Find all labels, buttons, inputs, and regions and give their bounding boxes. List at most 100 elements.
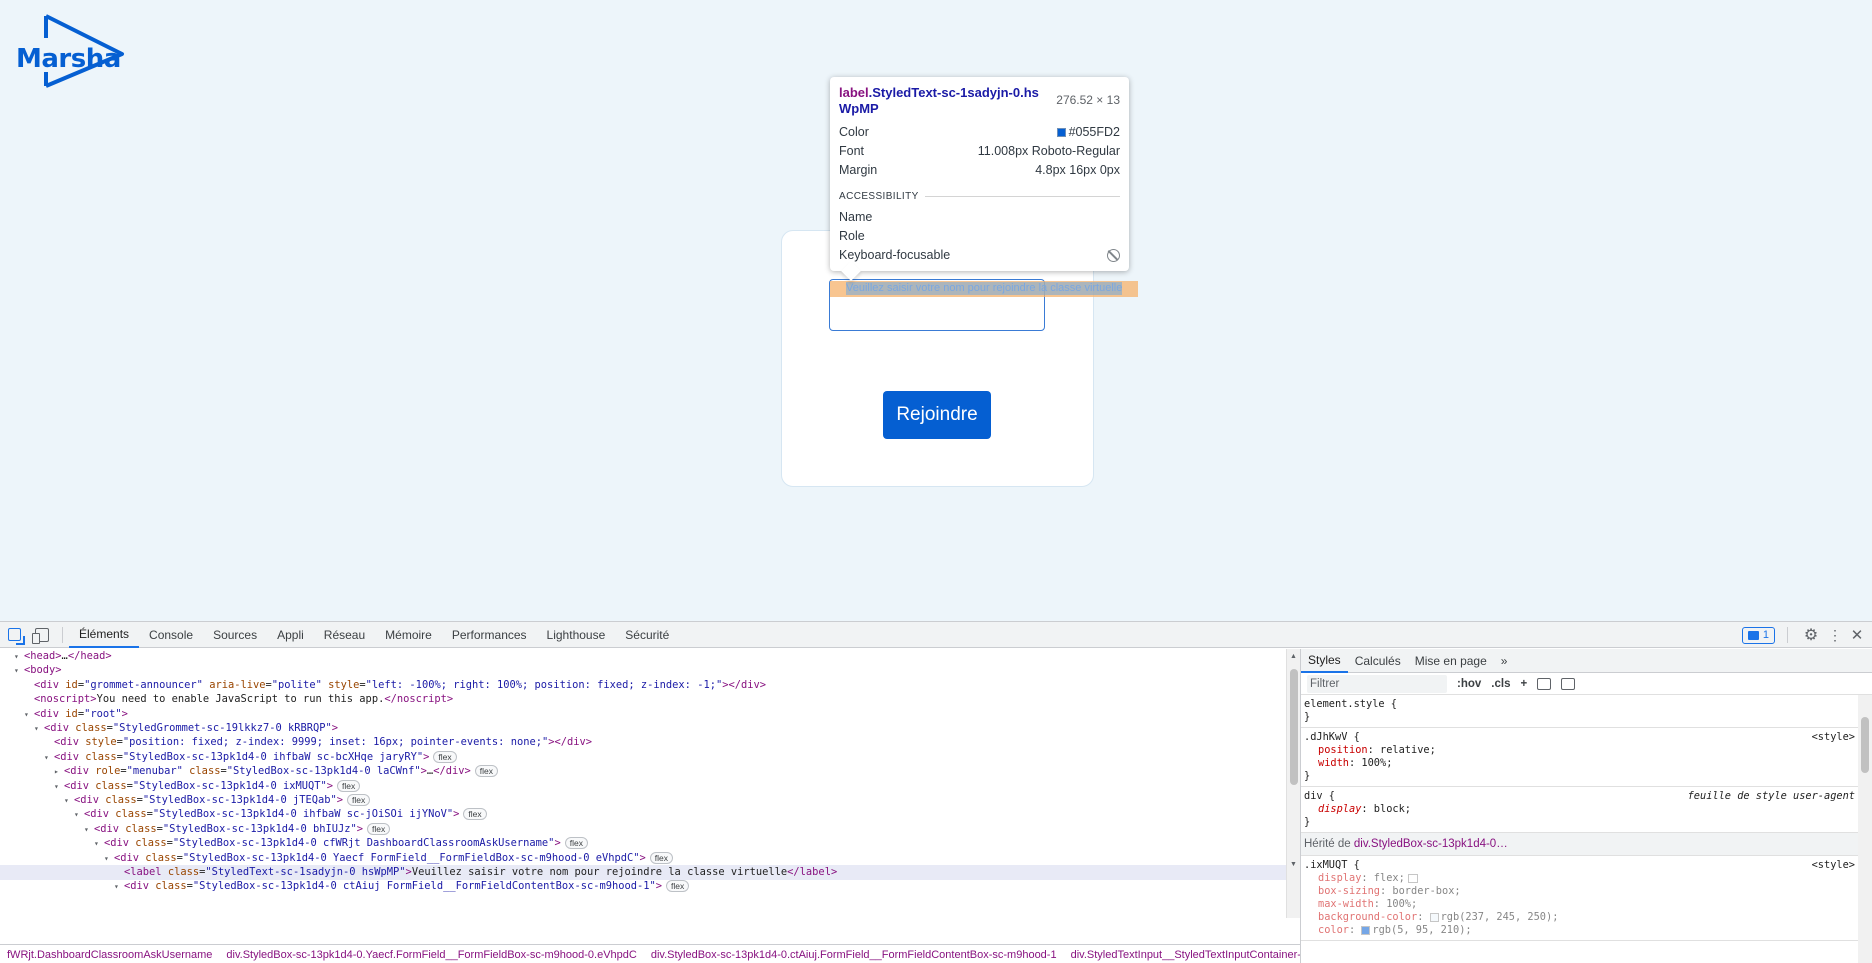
new-rule-icon[interactable]: + xyxy=(1520,678,1527,690)
dom-node[interactable]: ▾ <div class="StyledBox-sc-13pk1d4-0 ixMU… xyxy=(0,779,1286,794)
page-viewport: Marsha Veuillez saisir votre nom pour re… xyxy=(0,0,1872,621)
scroll-down-icon: ▼ xyxy=(1290,861,1297,868)
not-focusable-icon xyxy=(1107,248,1120,262)
close-devtools-icon[interactable]: ✕ xyxy=(1848,626,1866,644)
flex-badge: flex xyxy=(433,750,457,763)
dom-node[interactable]: ▾ <div class="StyledBox-sc-13pk1d4-0 bhIU… xyxy=(0,822,1286,837)
breadcrumb-item[interactable]: div.StyledBox-sc-13pk1d4-0.Yaecf.FormFie… xyxy=(219,949,643,961)
flex-badge: flex xyxy=(367,822,391,835)
tab-styles[interactable]: Styles xyxy=(1301,649,1348,673)
dom-node[interactable]: <label class="StyledText-sc-1sadyjn-0 hs… xyxy=(0,865,1286,880)
expand-triangle-icon: ▾ xyxy=(54,781,59,791)
expand-triangle-icon: ▾ xyxy=(114,882,119,892)
hov-button[interactable]: :hov xyxy=(1457,678,1481,690)
dom-node[interactable]: ▾ <body> xyxy=(0,663,1286,678)
dom-node[interactable]: <div id="grommet-announcer" aria-live="p… xyxy=(0,678,1286,693)
styles-scroll-thumb[interactable] xyxy=(1861,717,1869,773)
more-options-icon[interactable]: ⋮ xyxy=(1828,627,1842,644)
tooltip-row-font: Font 11.008px Roboto-Regular xyxy=(839,144,1120,158)
settings-gear-icon[interactable]: ⚙ xyxy=(1800,625,1822,645)
cls-button[interactable]: .cls xyxy=(1491,678,1510,690)
flex-badge: flex xyxy=(666,880,690,893)
breadcrumb-item[interactable]: fWRjt.DashboardClassroomAskUsername xyxy=(0,949,219,961)
tab-reseau[interactable]: Réseau xyxy=(314,622,375,648)
tooltip-row-margin: Margin 4.8px 16px 0px xyxy=(839,163,1120,177)
style-rule[interactable]: element.style {} xyxy=(1301,695,1859,728)
issues-badge[interactable]: 1 xyxy=(1741,626,1775,644)
tab-computed[interactable]: Calculés xyxy=(1348,649,1408,673)
device-toolbar-icon[interactable] xyxy=(28,622,56,648)
join-button[interactable]: Rejoindre xyxy=(883,391,991,439)
tab-elements[interactable]: Éléments xyxy=(69,622,140,648)
dom-node[interactable]: ▾ <div id="root"> xyxy=(0,707,1286,722)
tab-memoire[interactable]: Mémoire xyxy=(375,622,442,648)
tooltip-a11y-name: Name xyxy=(839,210,873,224)
inspect-element-icon[interactable] xyxy=(0,622,28,648)
expand-triangle-icon: ▾ xyxy=(64,796,69,805)
expand-triangle-icon: ▸ xyxy=(54,767,59,777)
style-rule[interactable]: div {feuille de style user-agent display:… xyxy=(1301,787,1859,833)
expand-triangle-icon: ▾ xyxy=(44,752,49,762)
dom-node[interactable]: ▾ <div class="StyledGrommet-sc-19lkkz7-0 … xyxy=(0,721,1286,736)
flex-badge: flex xyxy=(463,808,487,821)
tooltip-a11y-role: Role xyxy=(839,229,865,243)
styles-scrollbar[interactable] xyxy=(1858,695,1872,963)
expand-triangle-icon: ▾ xyxy=(94,839,99,849)
scroll-up-icon: ▲ xyxy=(1290,653,1297,660)
devtools-panel: Éléments Console Sources Appli Réseau Mémoire… xyxy=(0,621,1872,963)
tab-console[interactable]: Console xyxy=(139,622,203,648)
marsha-logo[interactable]: Marsha xyxy=(14,14,126,88)
inherited-from-header: Hérité de div.StyledBox-sc-13pk1d4-0… xyxy=(1301,833,1859,856)
dom-node[interactable]: ▾ <div class="StyledBox-sc-13pk1d4-0 cfWR… xyxy=(0,836,1286,851)
tab-lighthouse[interactable]: Lighthouse xyxy=(537,622,616,648)
breadcrumb-item[interactable]: div.StyledBox-sc-13pk1d4-0.ctAiuj.FormFi… xyxy=(644,949,1064,961)
username-label: Veuillez saisir votre nom pour rejoindre… xyxy=(846,282,1123,294)
color-swatch-icon xyxy=(1056,127,1066,137)
expand-triangle-icon: ▾ xyxy=(14,652,19,661)
dom-node[interactable]: ▸ <div role="menubar" class="StyledBox-sc… xyxy=(0,764,1286,779)
dom-tree[interactable]: ▾ <head>…</head> ▾ <body> <div id="grommet-a… xyxy=(0,649,1286,918)
more-tabs-icon[interactable]: » xyxy=(1494,649,1515,673)
style-rule[interactable]: .dJhKwV {<style> position: relative; width… xyxy=(1301,728,1859,787)
flex-badge: flex xyxy=(474,765,498,778)
dom-node[interactable]: ▾ <div class="StyledBox-sc-13pk1d4-0 jTEQ… xyxy=(0,793,1286,808)
dom-node[interactable]: ▾ <div class="StyledBox-sc-13pk1d4-0 ihfb… xyxy=(0,750,1286,765)
dom-node[interactable]: <noscript>You need to enable JavaScript … xyxy=(0,692,1286,707)
expand-triangle-icon: ▾ xyxy=(104,853,109,863)
styles-pane: Styles Calculés Mise en page » Filtrer :… xyxy=(1300,649,1872,963)
dom-node[interactable]: ▾ <head>…</head> xyxy=(0,649,1286,664)
tooltip-element-size: 276.52 × 13 xyxy=(1056,93,1120,107)
expand-triangle-icon: ▾ xyxy=(74,810,79,820)
dom-node[interactable]: ▾ <div class="StyledBox-sc-13pk1d4-0 Yaec… xyxy=(0,851,1286,866)
dom-node[interactable]: ▾ <div class="StyledBox-sc-13pk1d4-0 ihfb… xyxy=(0,807,1286,822)
tooltip-row-color: Color #055FD2 xyxy=(839,125,1120,139)
inspect-tooltip: label.StyledText-sc-1sadyjn-0.hs WpMP 27… xyxy=(830,77,1129,281)
dom-node[interactable]: <div style="position: fixed; z-index: 99… xyxy=(0,735,1286,750)
tab-performances[interactable]: Performances xyxy=(442,622,537,648)
devtools-tabbar: Éléments Console Sources Appli Réseau Mémoire… xyxy=(0,622,1872,648)
tab-appli[interactable]: Appli xyxy=(267,622,314,648)
devtools-tab-list: Éléments Console Sources Appli Réseau Mémoire… xyxy=(69,622,679,648)
inherited-style-rule[interactable]: .ixMUQT {<style> display: flex; box-sizing… xyxy=(1301,856,1859,941)
paint-icon[interactable] xyxy=(1537,677,1552,690)
styles-tabbar: Styles Calculés Mise en page » xyxy=(1301,649,1872,673)
breadcrumb-item[interactable]: div.StyledTextInput__StyledTextInputCont… xyxy=(1064,949,1300,961)
styles-filter-input[interactable]: Filtrer xyxy=(1307,674,1447,693)
tab-securite[interactable]: Sécurité xyxy=(615,622,679,648)
expand-triangle-icon: ▾ xyxy=(24,709,29,719)
dom-scrollbar[interactable]: ▲ ▼ xyxy=(1286,649,1300,918)
tooltip-accessibility-header: ACCESSIBILITY xyxy=(839,189,1120,203)
flex-badge: flex xyxy=(347,794,371,806)
style-rules: element.style {} .dJhKwV {<style> position… xyxy=(1301,695,1859,941)
dom-scroll-thumb[interactable] xyxy=(1290,669,1298,785)
tab-layout[interactable]: Mise en page xyxy=(1408,649,1494,673)
flex-badge: flex xyxy=(649,851,674,864)
dom-node[interactable]: ▾ <div class="StyledBox-sc-13pk1d4-0 ctAi… xyxy=(0,879,1286,894)
tooltip-a11y-focusable: Keyboard-focusable xyxy=(839,247,1120,263)
logo-text: Marsha xyxy=(16,44,121,74)
tab-sources[interactable]: Sources xyxy=(203,622,267,648)
flex-badge: flex xyxy=(564,837,588,850)
styles-filter-bar: Filtrer :hov .cls + xyxy=(1301,673,1872,695)
issues-icon xyxy=(1747,630,1759,640)
toggle-sidebar-icon[interactable] xyxy=(1561,677,1576,690)
